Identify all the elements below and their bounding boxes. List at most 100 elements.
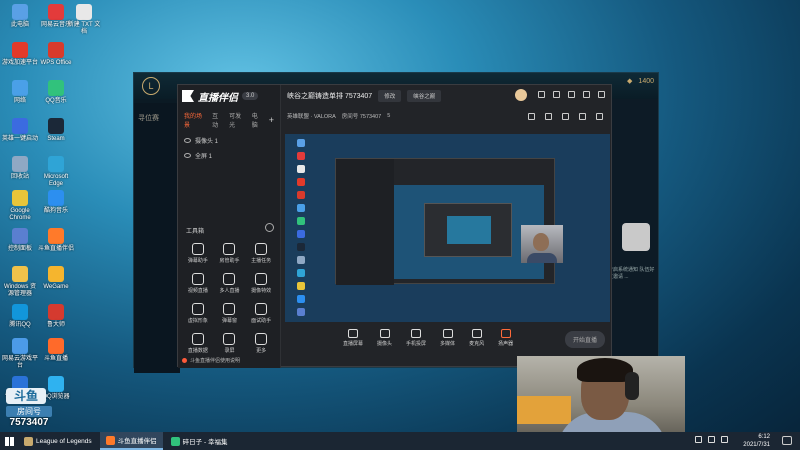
- preview-shortcut-icon: [297, 139, 305, 147]
- screen-capture-button[interactable]: 直播屏幕: [343, 329, 363, 347]
- toolbox-item[interactable]: 房管助手: [214, 243, 246, 264]
- toolbox-item[interactable]: 摄像特效: [245, 273, 277, 294]
- clock[interactable]: 6:12 2021/7/31: [743, 433, 770, 449]
- tab-my-scenes[interactable]: 我的场景: [184, 111, 206, 129]
- network-icon[interactable]: [695, 436, 702, 443]
- desktop-shortcut[interactable]: 回收站: [2, 156, 38, 181]
- edit-title-button[interactable]: 修改: [378, 90, 402, 102]
- toolbox-settings-icon[interactable]: [265, 223, 274, 232]
- taskbar-app[interactable]: 斗鱼直播伴侣: [99, 432, 163, 450]
- scene-item[interactable]: 摄像头 1: [178, 133, 280, 148]
- desktop-shortcut[interactable]: 鲁大师: [38, 304, 74, 329]
- desktop-shortcut-label: WeGame: [43, 284, 69, 290]
- window-controls: [538, 91, 605, 98]
- desktop-shortcut[interactable]: 网易云游戏平台: [2, 338, 38, 370]
- webcam-overlay: [517, 356, 685, 440]
- desktop-shortcut[interactable]: 游戏加速平台: [2, 42, 38, 67]
- webcam-shelf: [517, 396, 571, 424]
- speaker-button[interactable]: 扬声器: [498, 329, 513, 347]
- nested-preview: [335, 158, 555, 285]
- monitor-icon: [348, 329, 358, 338]
- desktop-shortcut[interactable]: Microsoft Edge: [38, 156, 74, 188]
- stream-preview[interactable]: [285, 134, 610, 322]
- add-scene-button[interactable]: +: [269, 115, 274, 125]
- app-notice[interactable]: 斗鱼直播伴侣使用说明: [182, 357, 240, 364]
- desktop-shortcut[interactable]: 酷狗音乐: [38, 190, 74, 215]
- league-left-panel: 寻位赛: [134, 103, 180, 373]
- media-button[interactable]: 多媒体: [440, 329, 455, 347]
- version-badge[interactable]: 3.0: [242, 92, 259, 100]
- toolbox-item[interactable]: 直播数据: [182, 333, 214, 354]
- toolbox-item[interactable]: 面试助手: [245, 303, 277, 324]
- desktop-shortcut-label: 斗鱼直播伴侣: [38, 246, 75, 252]
- desktop-shortcut[interactable]: 此电脑: [2, 4, 38, 29]
- app-icon: [48, 118, 64, 134]
- phone-cast-button[interactable]: 手机投屏: [406, 329, 426, 347]
- speaker-label: 扬声器: [498, 341, 514, 347]
- start-live-button[interactable]: 开始直播: [564, 331, 605, 348]
- preview-desktop-icons: [287, 136, 315, 321]
- desktop-shortcut[interactable]: QQ音乐: [38, 80, 74, 105]
- toolbox-item-label: 面试助手: [251, 318, 272, 324]
- lock-icon[interactable]: [528, 112, 535, 120]
- room-title: 峡谷之巅铸造单排 7573407: [287, 93, 373, 100]
- scene-item[interactable]: 全屏 1: [178, 148, 280, 163]
- start-button[interactable]: [0, 432, 18, 450]
- ime-icon[interactable]: [721, 436, 728, 443]
- toolbox-item[interactable]: 更多: [245, 333, 277, 354]
- desktop-shortcut[interactable]: 斗鱼直播: [38, 338, 74, 363]
- desktop-shortcut-label: 斗鱼直播: [43, 356, 68, 362]
- gift-icon[interactable]: [545, 112, 552, 120]
- volume-icon[interactable]: [708, 436, 715, 443]
- share-icon[interactable]: [596, 112, 603, 120]
- camera-button[interactable]: 摄像头: [377, 329, 392, 347]
- notification-icon[interactable]: [782, 436, 792, 445]
- toolbox-item[interactable]: 虚拟形象: [182, 303, 214, 324]
- toolbox-item[interactable]: 视频直播: [182, 273, 214, 294]
- desktop-shortcut[interactable]: 英雄一键启动: [2, 118, 38, 143]
- friend-avatar[interactable]: [622, 223, 650, 251]
- desktop-shortcut[interactable]: WeGame: [38, 266, 74, 291]
- menu-icon[interactable]: [553, 91, 560, 98]
- streaming-app-window[interactable]: 直播伴侣 3.0 我的场景 互动 可发光 电脑 + 摄像头 1 全屏 1 工具箱…: [177, 84, 612, 368]
- minimize-icon[interactable]: [568, 91, 575, 98]
- desktop-shortcut-label: 网络: [13, 98, 26, 104]
- desktop-shortcut[interactable]: 新建 TXT 文档: [66, 4, 102, 36]
- bell-icon[interactable]: [579, 112, 586, 120]
- room-category[interactable]: 英雄联盟 · VALORA: [287, 112, 336, 120]
- user-avatar[interactable]: [515, 89, 527, 101]
- category-button[interactable]: 峡谷之巅: [407, 90, 442, 102]
- league-logo-icon[interactable]: L: [142, 77, 160, 95]
- desktop-shortcut[interactable]: 腾讯QQ: [2, 304, 38, 329]
- nested-preview-desktop: [447, 216, 491, 244]
- toolbox-item[interactable]: 弹幕助手: [182, 243, 214, 264]
- toolbox-item[interactable]: 弹幕窗: [214, 303, 246, 324]
- desktop-shortcut[interactable]: WPS Office: [38, 42, 74, 67]
- tool-icon: [191, 333, 204, 345]
- taskbar-app[interactable]: League of Legends: [18, 432, 98, 450]
- toolbox-item[interactable]: 录屏: [214, 333, 246, 354]
- desktop-shortcut[interactable]: Steam: [38, 118, 74, 143]
- toolbox-item-label: 弹幕窗: [221, 318, 237, 324]
- layout-icon[interactable]: [562, 112, 569, 120]
- camera-label: 摄像头: [377, 341, 393, 347]
- tab-glow[interactable]: 可发光: [229, 111, 246, 129]
- taskbar-app[interactable]: 碎日子 - 幸福集: [165, 432, 234, 450]
- close-icon[interactable]: [598, 91, 605, 98]
- toolbox-item[interactable]: 主播任务: [245, 243, 277, 264]
- eye-icon[interactable]: [184, 153, 191, 158]
- tab-interaction[interactable]: 互动: [212, 111, 223, 129]
- tab-computer[interactable]: 电脑: [252, 111, 263, 129]
- desktop-shortcut[interactable]: Google Chrome: [2, 190, 38, 222]
- eye-icon[interactable]: [184, 138, 191, 143]
- webcam-face: [533, 233, 549, 251]
- desktop-shortcut[interactable]: 斗鱼直播伴侣: [38, 228, 74, 253]
- microphone-button[interactable]: 麦克风: [469, 329, 484, 347]
- tool-icon: [191, 303, 204, 315]
- desktop-shortcut[interactable]: 网络: [2, 80, 38, 105]
- toolbox-item[interactable]: 多人直播: [214, 273, 246, 294]
- desktop-shortcut[interactable]: 控制面板: [2, 228, 38, 253]
- maximize-icon[interactable]: [583, 91, 590, 98]
- desktop-shortcut[interactable]: Windows 资源管理器: [2, 266, 38, 298]
- skin-icon[interactable]: [538, 91, 545, 98]
